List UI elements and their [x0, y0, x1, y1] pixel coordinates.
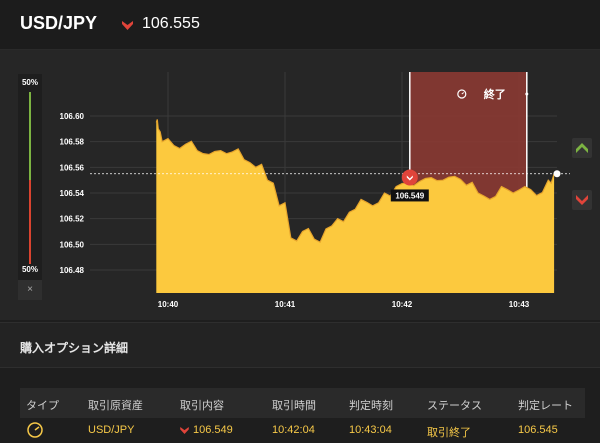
clock-icon — [26, 421, 44, 442]
low-button[interactable] — [572, 190, 592, 210]
header-status: ステータス — [427, 400, 482, 412]
down-arrow-icon — [576, 195, 588, 205]
row-content-value: 106.549 — [193, 424, 233, 436]
y-tick-label: 106.54 — [60, 189, 85, 198]
entry-label: 106.549 — [395, 191, 424, 200]
y-tick-label: 106.50 — [60, 240, 85, 249]
x-tick-label: 10:41 — [275, 300, 296, 309]
row-status: 取引終了 — [427, 427, 471, 439]
options-table: タイプ 取引原資産 取引内容 取引時間 判定時刻 ステータス 判定レート USD… — [20, 388, 585, 443]
y-tick-label: 106.60 — [60, 112, 85, 121]
x-axis: 10:40 10:41 10:42 10:43 — [158, 300, 530, 309]
y-axis: 106.60 106.58 106.56 106.54 106.52 106.50 106.… — [60, 112, 85, 275]
row-rate: 106.545 — [518, 424, 558, 436]
x-tick-label: 10:40 — [158, 300, 179, 309]
header: USD/JPY 106.555 — [0, 0, 600, 50]
table-header: タイプ 取引原資産 取引内容 取引時間 判定時刻 ステータス 判定レート — [20, 388, 585, 416]
y-tick-label: 106.52 — [60, 215, 85, 224]
header-content: 取引内容 — [180, 400, 224, 412]
details-bar: 購入オプション詳細 — [0, 322, 600, 368]
currency-pair: USD/JPY — [20, 13, 98, 33]
y-tick-label: 106.58 — [60, 138, 85, 147]
y-tick-label: 106.56 — [60, 163, 85, 172]
header-trade-time: 取引時間 — [272, 400, 316, 412]
header-asset: 取引原資産 — [88, 400, 143, 412]
window-label: 終了 — [484, 87, 506, 101]
current-price: 106.555 — [142, 15, 200, 32]
table-row[interactable]: USD/JPY 106.549 10:42:04 10:43:04 取引終了 1… — [20, 418, 585, 443]
row-judge-time: 10:43:04 — [349, 424, 392, 436]
y-tick-label: 106.48 — [60, 266, 85, 275]
price-chart: 106.60 106.58 106.56 106.54 106.52 106.50 106.… — [60, 72, 570, 309]
row-asset: USD/JPY — [88, 424, 135, 436]
x-tick-label: 10:43 — [509, 300, 530, 309]
high-button[interactable] — [572, 138, 592, 158]
down-arrow-icon — [180, 426, 189, 434]
x-tick-label: 10:42 — [392, 300, 413, 309]
header-judge-time: 判定時刻 — [349, 400, 393, 412]
window-end-dot — [525, 92, 529, 96]
header-rate: 判定レート — [518, 400, 573, 412]
down-arrow-icon — [122, 21, 133, 30]
up-arrow-icon — [576, 143, 588, 153]
entry-marker-icon — [401, 169, 418, 186]
row-trade-time: 10:42:04 — [272, 424, 315, 436]
details-title: 購入オプション詳細 — [20, 341, 129, 355]
row-content: 106.549 — [180, 424, 233, 436]
header-type: タイプ — [26, 400, 59, 412]
current-rate-dot — [553, 170, 561, 178]
